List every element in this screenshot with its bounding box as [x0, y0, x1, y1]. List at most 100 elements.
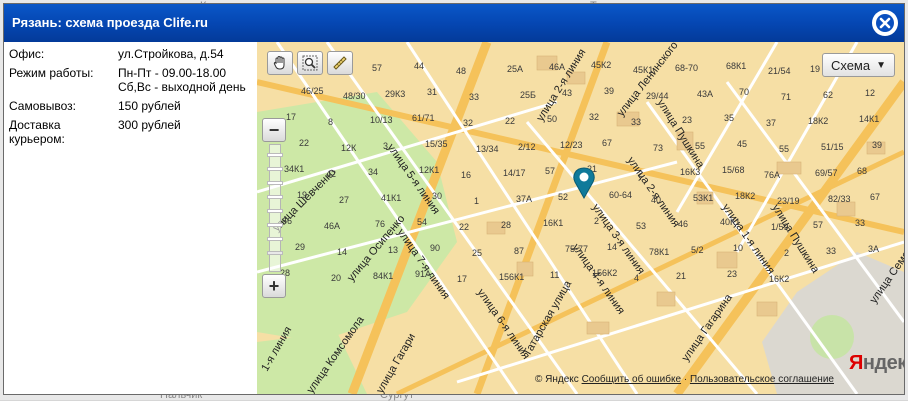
- house-number: 73: [653, 143, 663, 153]
- hours-weekday: Пн-Пт - 09.00-18.00: [118, 66, 227, 80]
- house-number: 55: [779, 144, 789, 154]
- map-canvas[interactable]: улица 2-я линия улица Ленинского улица П…: [257, 42, 904, 394]
- zoom-control: − +: [262, 118, 286, 298]
- house-number: 46А: [549, 62, 565, 72]
- house-number: 11: [550, 270, 559, 280]
- house-number: 21: [676, 271, 686, 281]
- house-number: 53К1: [693, 193, 713, 203]
- house-number: 75-77: [565, 244, 588, 254]
- house-number: 1: [474, 196, 479, 206]
- house-number: 16: [461, 170, 471, 180]
- zoom-slider-handle[interactable]: [267, 251, 283, 255]
- pan-tool-button[interactable]: [267, 51, 293, 75]
- house-number: 14: [607, 242, 617, 252]
- house-number: 91А: [415, 269, 431, 279]
- house-number: 25Б: [520, 90, 536, 100]
- house-number: 14: [337, 247, 347, 257]
- house-number: 29/44: [646, 91, 669, 101]
- house-number: 14/17: [503, 168, 526, 178]
- map-view[interactable]: улица 2-я линия улица Ленинского улица П…: [257, 42, 904, 394]
- chevron-down-icon: ▼: [876, 59, 886, 71]
- house-number: 2: [638, 169, 643, 179]
- house-number: 22: [505, 116, 515, 126]
- hours-weekend: Сб,Вс - выходной день: [118, 80, 246, 94]
- separator: ·: [683, 374, 688, 385]
- house-number: 61/71: [412, 113, 435, 123]
- house-number: 25: [472, 248, 482, 258]
- house-number: 57: [813, 220, 823, 230]
- zoom-area-tool-button[interactable]: [297, 51, 323, 75]
- house-number: 27: [339, 195, 349, 205]
- house-number: 90: [430, 243, 440, 253]
- house-number: 23/19: [777, 196, 800, 206]
- zoom-out-button[interactable]: −: [262, 118, 286, 142]
- house-number: 46: [678, 219, 688, 229]
- ruler-tool-button[interactable]: [327, 51, 353, 75]
- zoom-slider-track[interactable]: [267, 144, 283, 272]
- house-number: 12К1: [419, 165, 439, 175]
- house-number: 28: [501, 220, 511, 230]
- house-number: 19: [297, 190, 307, 200]
- house-number: 46А: [324, 221, 340, 231]
- house-number: 15/35: [425, 139, 448, 149]
- house-number: 16К1: [543, 218, 563, 228]
- hours-label: Режим работы:: [9, 66, 94, 80]
- terms-link[interactable]: Пользовательское соглашение: [690, 374, 834, 385]
- house-number: 21/54: [768, 66, 791, 76]
- delivery-value: 300 рублей: [118, 118, 181, 132]
- house-number: 16К2: [769, 274, 789, 284]
- info-row-pickup: Самовывоз: 150 рублей: [9, 98, 246, 117]
- house-number: 22: [299, 138, 309, 148]
- house-number: 12К: [341, 143, 357, 153]
- pickup-label: Самовывоз:: [9, 99, 77, 113]
- info-row-delivery: Доставка курьером: 300 рублей: [9, 117, 246, 150]
- delivery-label-line1: Доставка: [9, 118, 61, 132]
- close-button[interactable]: [872, 10, 898, 36]
- house-number: 60-64: [609, 190, 632, 200]
- house-number: 78К1: [649, 247, 669, 257]
- house-number: 1/59: [771, 222, 789, 232]
- house-number: 23: [682, 115, 692, 125]
- zoom-area-icon: [302, 55, 318, 71]
- report-error-link[interactable]: Сообщить об ошибке: [582, 374, 681, 385]
- hours-value: Пн-Пт - 09.00-18.00 Сб,Вс - выходной ден…: [118, 65, 246, 98]
- map-type-dropdown[interactable]: Схема ▼: [821, 53, 895, 77]
- house-number: 12: [865, 88, 875, 98]
- house-number: 8: [328, 117, 333, 127]
- house-number: 39: [872, 140, 882, 150]
- house-number: 33: [469, 92, 479, 102]
- house-number: 42: [326, 169, 336, 179]
- house-number: 41К1: [381, 193, 401, 203]
- office-info-panel: Офис: ул.Стройкова, д.54 Режим работы: П…: [4, 42, 257, 394]
- house-number: 10: [733, 243, 743, 253]
- map-type-label: Схема: [830, 57, 871, 73]
- house-number: 48: [456, 66, 466, 76]
- info-row-office: Офис: ул.Стройкова, д.54: [9, 46, 246, 65]
- house-number: 37: [766, 118, 776, 128]
- house-number: 34К1: [284, 164, 304, 174]
- house-number: 156К1: [499, 272, 524, 282]
- close-icon: [876, 14, 894, 32]
- zoom-in-button[interactable]: +: [262, 274, 286, 298]
- house-number: 18К2: [735, 191, 755, 201]
- house-number: 22: [459, 222, 469, 232]
- house-number: 19: [810, 64, 820, 74]
- delivery-label: Доставка курьером:: [9, 117, 118, 150]
- house-number: 76: [375, 219, 385, 229]
- house-number: 84К1: [373, 271, 393, 281]
- house-number: 32: [589, 112, 599, 122]
- hand-icon: [273, 55, 285, 70]
- house-number: 34: [368, 167, 378, 177]
- house-number: 45: [737, 139, 747, 149]
- house-number: 16К3: [680, 167, 700, 177]
- house-number: 33: [826, 246, 836, 256]
- house-number: 44: [414, 61, 424, 71]
- house-number: 87: [514, 246, 524, 256]
- house-number: 68: [857, 166, 867, 176]
- house-number: 35: [724, 113, 734, 123]
- house-number: 2/12: [518, 142, 536, 152]
- house-number: 76А: [764, 170, 780, 180]
- house-number: 4: [634, 273, 639, 283]
- house-number: 40: [651, 195, 661, 205]
- house-number: 62: [823, 90, 833, 100]
